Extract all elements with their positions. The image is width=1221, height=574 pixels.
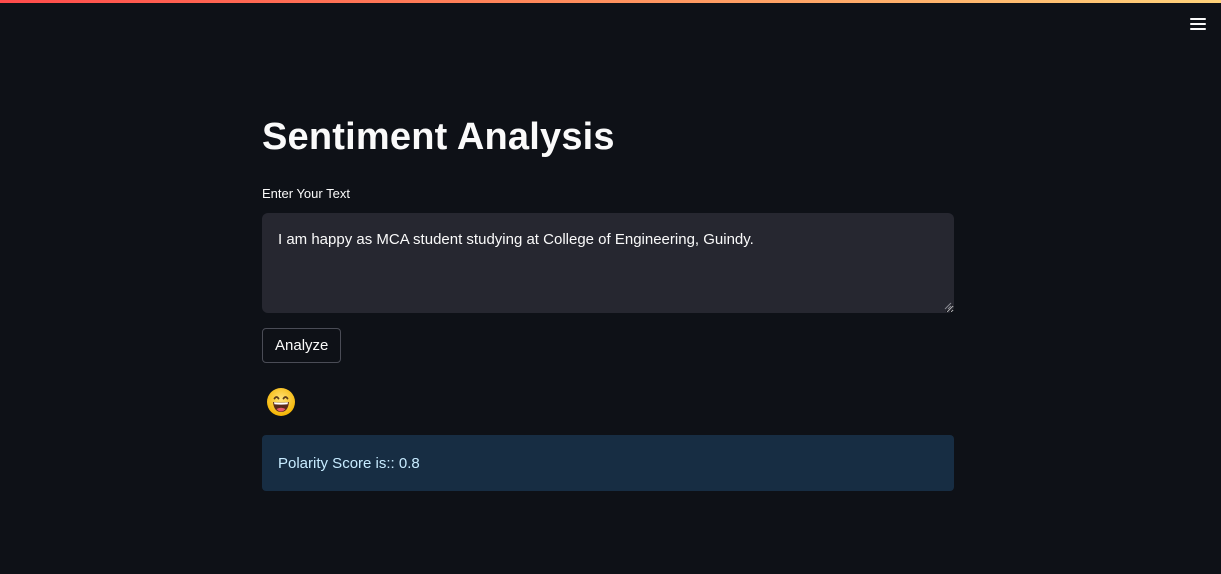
analyze-button[interactable]: Analyze [262,328,342,363]
polarity-score-text: Polarity Score is:: 0.8 [278,454,420,472]
hamburger-menu-icon[interactable] [1189,16,1207,32]
text-input-area[interactable]: I am happy as MCA student studying at Co… [262,213,954,313]
page-title: Sentiment Analysis [262,116,615,158]
text-input-label: Enter Your Text [262,186,350,201]
polarity-info-box: Polarity Score is:: 0.8 [262,435,954,491]
top-decoration-bar [0,0,1221,3]
grinning-face-icon [267,388,295,416]
